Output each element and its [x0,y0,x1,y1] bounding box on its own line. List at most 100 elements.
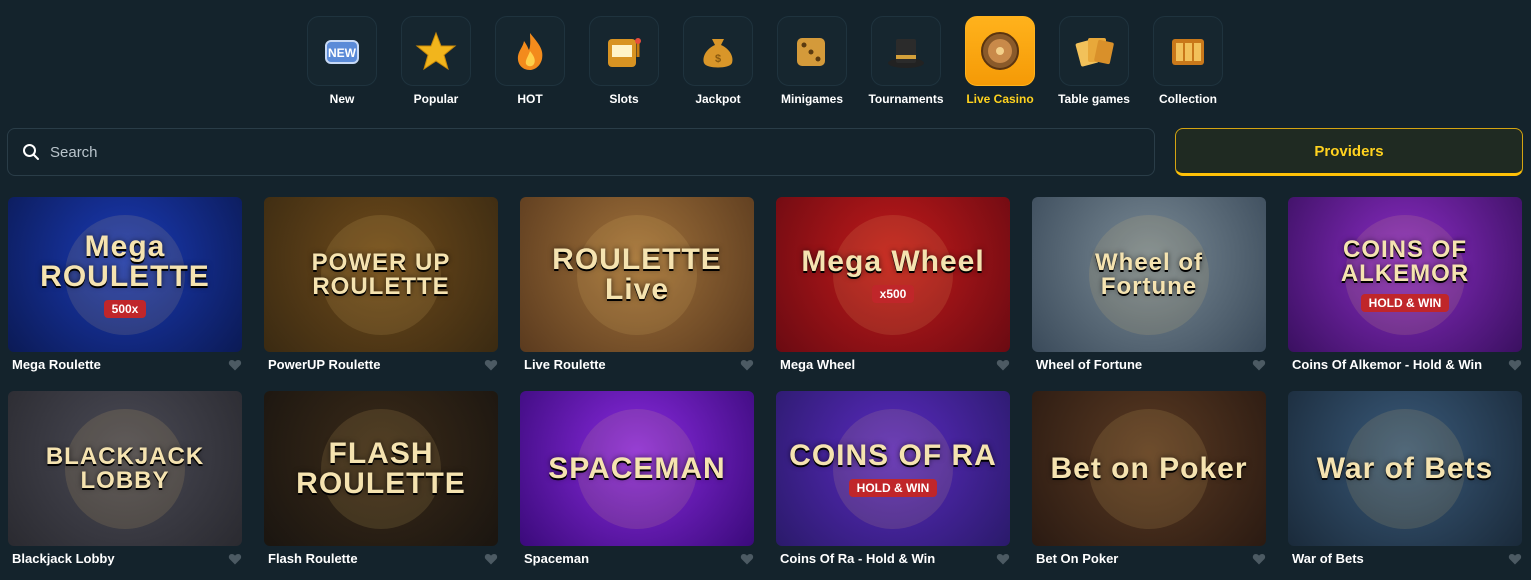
category-tile[interactable] [1059,16,1129,86]
game-thumbnail[interactable]: ROULETTE Live [520,197,754,352]
game-card-footer: Blackjack Lobby [8,550,242,567]
collection-slots-icon [1172,39,1204,65]
game-card[interactable]: Bet on Poker Bet On Poker [1032,391,1266,567]
game-card[interactable]: COINS OF ALKEMOR HOLD & WIN Coins Of Alkem… [1288,197,1522,373]
svg-text:NEW: NEW [328,46,357,60]
category-new[interactable]: NEW New [307,16,377,106]
category-tile[interactable]: NEW [307,16,377,86]
category-tile[interactable] [965,16,1035,86]
game-name: Live Roulette [524,357,606,372]
game-card-footer: Mega Wheel [776,356,1010,373]
search-bar[interactable] [7,128,1155,176]
game-art-badge: x500 [871,284,915,303]
category-tile[interactable] [1153,16,1223,86]
game-art-badge: 500x [103,299,147,318]
category-tile[interactable] [495,16,565,86]
favorite-heart-icon[interactable] [1252,358,1266,372]
favorite-heart-icon[interactable] [228,358,242,372]
game-art-title: Mega Wheel [801,244,985,278]
game-card[interactable]: Wheel of Fortune Wheel of Fortune [1032,197,1266,373]
game-thumbnail[interactable]: Bet on Poker [1032,391,1266,546]
game-name: Coins Of Ra - Hold & Win [780,551,936,566]
search-input[interactable] [48,142,1052,162]
game-card-footer: War of Bets [1288,550,1522,567]
game-name: War of Bets [1292,551,1364,566]
favorite-heart-icon[interactable] [484,552,498,566]
game-thumbnail[interactable]: COINS OF RA HOLD & WIN [776,391,1010,546]
favorite-heart-icon[interactable] [1508,552,1522,566]
game-card[interactable]: POWER UP ROULETTE PowerUP Roulette [264,197,498,373]
money-bag-icon: $ [703,39,733,68]
game-art-title: Mega ROULETTE [40,229,210,293]
game-card-footer: PowerUP Roulette [264,356,498,373]
game-card-footer: Coins Of Alkemor - Hold & Win [1288,356,1522,373]
favorite-heart-icon[interactable] [1252,552,1266,566]
star-icon [415,31,457,71]
game-thumbnail[interactable]: BLACKJACK LOBBY [8,391,242,546]
favorite-heart-icon[interactable] [228,552,242,566]
game-thumbnail[interactable]: POWER UP ROULETTE [264,197,498,352]
favorite-heart-icon[interactable] [740,552,754,566]
favorite-heart-icon[interactable] [1508,358,1522,372]
category-label: Tournaments [868,92,944,106]
game-name: Wheel of Fortune [1036,357,1143,372]
game-art-title: Wheel of Fortune [1095,248,1203,300]
game-name: Spaceman [524,551,590,566]
game-card-footer: Bet On Poker [1032,550,1266,567]
category-label: Popular [413,92,459,106]
game-thumbnail[interactable]: SPACEMAN [520,391,754,546]
category-label: Jackpot [695,92,741,106]
game-thumbnail[interactable]: COINS OF ALKEMOR HOLD & WIN [1288,197,1522,352]
game-name: Coins Of Alkemor - Hold & Win [1292,357,1483,372]
category-table-games[interactable]: Table games [1058,16,1130,106]
category-tile[interactable] [777,16,847,86]
game-card-footer: Live Roulette [520,356,754,373]
game-thumbnail[interactable]: Mega ROULETTE 500x [8,197,242,352]
game-thumbnail[interactable]: War of Bets [1288,391,1522,546]
category-slots[interactable]: Slots [589,16,659,106]
category-label: Collection [1158,92,1217,106]
favorite-heart-icon[interactable] [740,358,754,372]
category-hot[interactable]: HOT [495,16,565,106]
category-tile[interactable] [401,16,471,86]
new-badge-icon: NEW [325,40,359,64]
game-art-title: FLASH ROULETTE [296,436,466,500]
game-card[interactable]: ROULETTE Live Live Roulette [520,197,754,373]
category-jackpot[interactable]: $ Jackpot [683,16,753,106]
game-card[interactable]: War of Bets War of Bets [1288,391,1522,567]
top-hat-icon [888,39,924,68]
category-tile[interactable] [589,16,659,86]
game-card[interactable]: SPACEMAN Spaceman [520,391,754,567]
game-name: Blackjack Lobby [12,551,115,566]
game-card[interactable]: COINS OF RA HOLD & WIN Coins Of Ra - Hold … [776,391,1010,567]
favorite-heart-icon[interactable] [996,358,1010,372]
category-popular[interactable]: Popular [401,16,471,106]
game-name: PowerUP Roulette [268,357,381,372]
category-tile[interactable]: $ [683,16,753,86]
game-thumbnail[interactable]: Mega Wheel x500 [776,197,1010,352]
game-card-footer: Wheel of Fortune [1032,356,1266,373]
game-art-title: COINS OF RA [789,438,997,472]
category-tile[interactable] [871,16,941,86]
flame-icon [517,33,543,70]
favorite-heart-icon[interactable] [484,358,498,372]
providers-button[interactable]: Providers [1175,128,1523,176]
game-card-footer: Spaceman [520,550,754,567]
category-collection[interactable]: Collection [1153,16,1223,106]
category-minigames[interactable]: Minigames [777,16,847,106]
category-tournaments[interactable]: Tournaments [868,16,944,106]
game-card[interactable]: FLASH ROULETTE Flash Roulette [264,391,498,567]
game-art-title: Bet on Poker [1050,451,1248,485]
game-card[interactable]: Mega Wheel x500 Mega Wheel [776,197,1010,373]
game-thumbnail[interactable]: FLASH ROULETTE [264,391,498,546]
search-icon [23,144,39,160]
game-art-title: War of Bets [1316,451,1494,485]
game-card[interactable]: Mega ROULETTE 500x Mega Roulette [8,197,242,373]
game-thumbnail[interactable]: Wheel of Fortune [1032,197,1266,352]
game-card[interactable]: BLACKJACK LOBBY Blackjack Lobby [8,391,242,567]
game-card-footer: Flash Roulette [264,550,498,567]
game-name: Mega Wheel [780,357,856,372]
category-live-casino[interactable]: Live Casino [965,16,1035,106]
favorite-heart-icon[interactable] [996,552,1010,566]
roulette-wheel-icon [981,32,1019,70]
